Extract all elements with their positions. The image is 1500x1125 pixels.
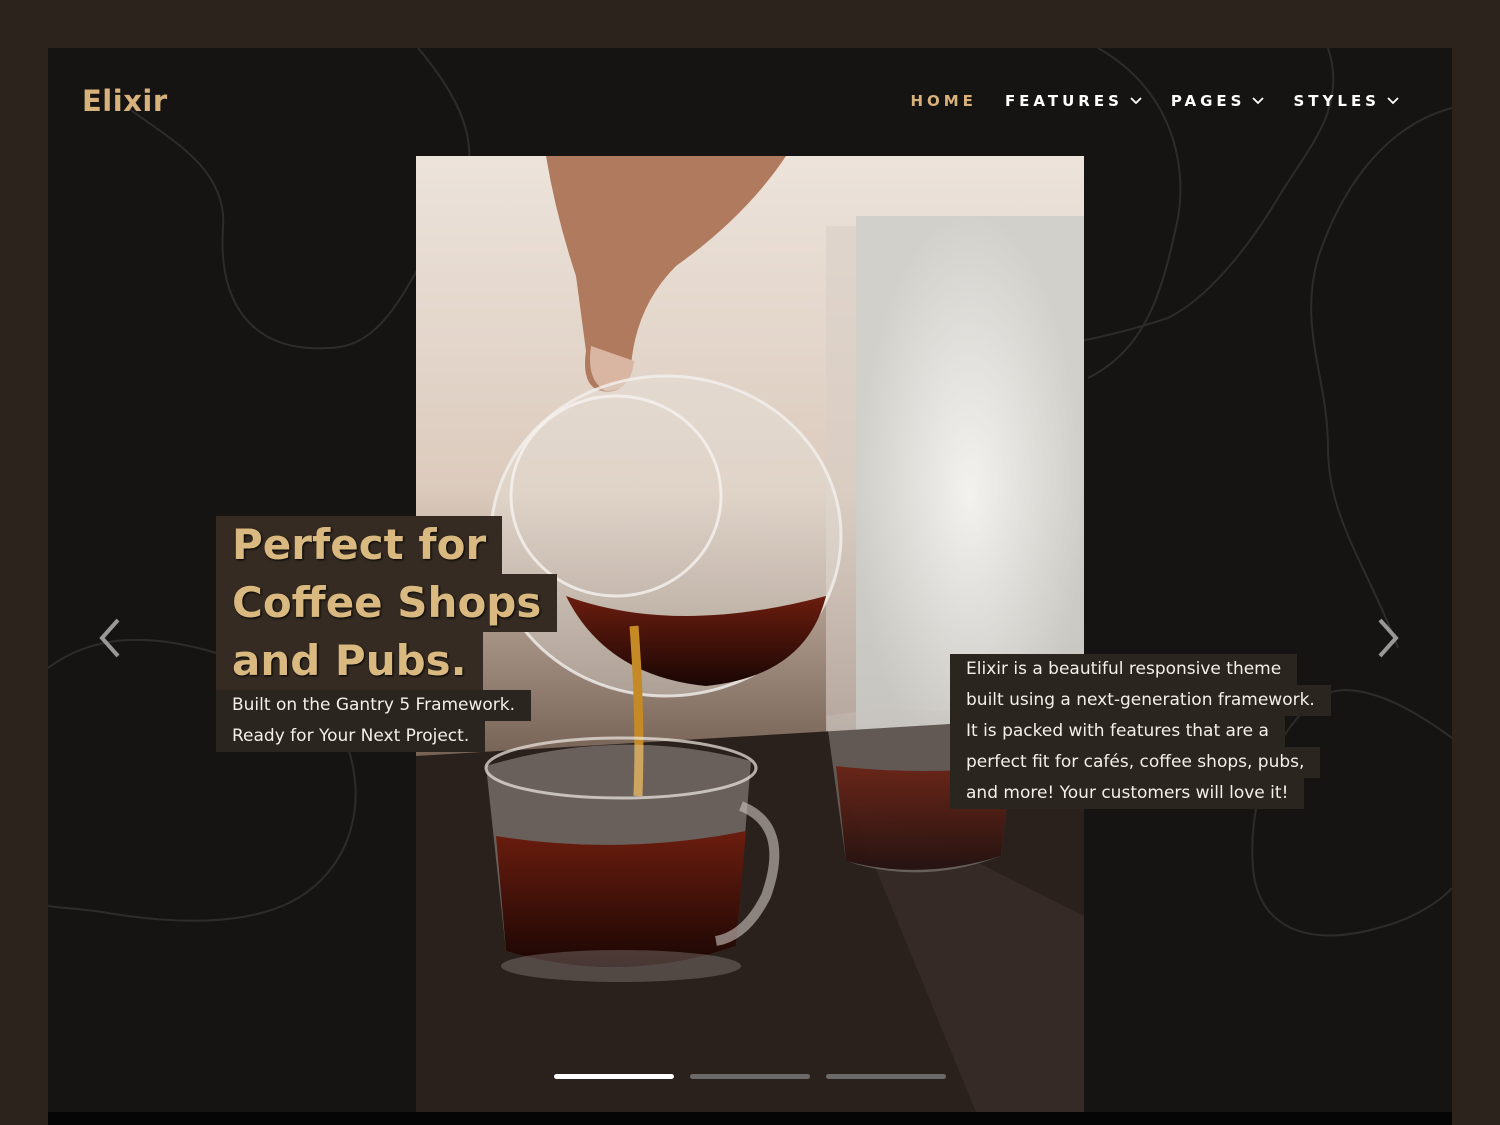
- slider-pagination: [554, 1074, 962, 1079]
- nav-item-styles[interactable]: STYLES: [1293, 92, 1400, 110]
- subtitle-line: Built on the Gantry 5 Framework.: [216, 690, 532, 721]
- description-line: Elixir is a beautiful responsive theme: [950, 654, 1298, 685]
- headline-line: Perfect for: [216, 516, 503, 574]
- nav-item-pages[interactable]: PAGES: [1171, 92, 1266, 110]
- chevron-down-icon: [1130, 97, 1142, 105]
- next-slide-arrow-icon[interactable]: [1372, 616, 1402, 660]
- hero-description: Elixir is a beautiful responsive theme b…: [950, 654, 1331, 809]
- bottom-strip: [48, 1112, 1452, 1125]
- headline-line: and Pubs.: [216, 632, 483, 690]
- main-nav: HOME FEATURES PAGES STYLES: [882, 92, 1400, 110]
- nav-item-label: FEATURES: [1004, 92, 1123, 110]
- subtitle-line: Ready for Your Next Project.: [216, 721, 486, 752]
- headline-line: Coffee Shops: [216, 574, 558, 632]
- nav-item-label: PAGES: [1170, 92, 1246, 110]
- description-line: built using a next-generation framework.: [950, 685, 1331, 716]
- slider-dot[interactable]: [690, 1074, 810, 1079]
- nav-item-label: STYLES: [1293, 92, 1380, 110]
- page-frame: Elixir HOME FEATURES PAGES STYLES Perfec…: [48, 48, 1452, 1125]
- slider-dot[interactable]: [554, 1074, 674, 1079]
- nav-item-label: HOME: [910, 92, 977, 110]
- description-line: It is packed with features that are a: [950, 716, 1285, 747]
- nav-item-features[interactable]: FEATURES: [1005, 92, 1143, 110]
- description-line: and more! Your customers will love it!: [950, 778, 1305, 809]
- description-line: perfect fit for cafés, coffee shops, pub…: [950, 747, 1321, 778]
- nav-item-home[interactable]: HOME: [910, 92, 976, 110]
- previous-slide-arrow-icon[interactable]: [96, 616, 126, 660]
- chevron-down-icon: [1387, 97, 1399, 105]
- slider-dot[interactable]: [826, 1074, 946, 1079]
- hero-headline: Perfect for Coffee Shops and Pubs. Built…: [216, 516, 558, 752]
- site-logo[interactable]: Elixir: [82, 84, 168, 118]
- chevron-down-icon: [1252, 97, 1265, 105]
